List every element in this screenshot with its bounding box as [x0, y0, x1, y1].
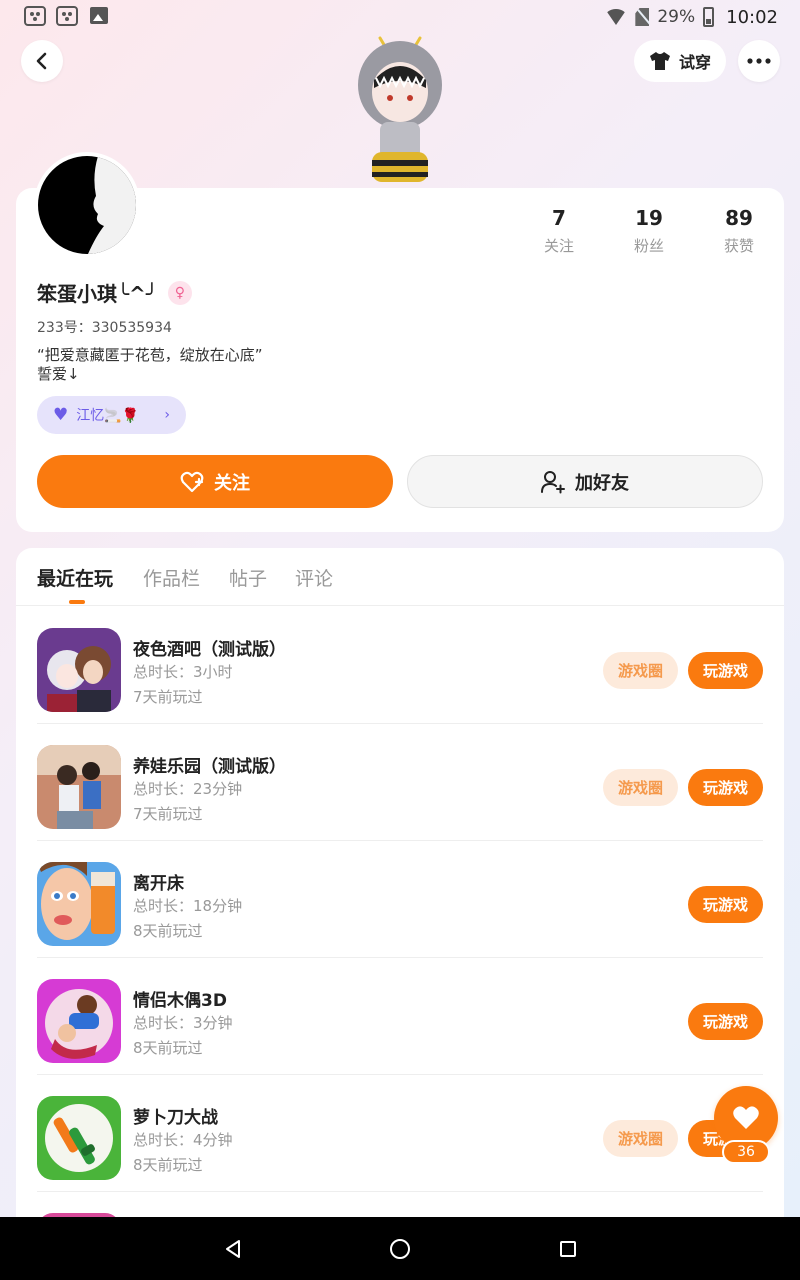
game-row[interactable]: 萝卜刀大战 总时长：4分钟 8天前玩过 游戏圈 玩游戏 — [37, 1075, 763, 1192]
try-on-button[interactable]: 试穿 — [634, 40, 726, 82]
game-icon — [37, 628, 121, 712]
game-icon — [37, 979, 121, 1063]
game-icon — [37, 1096, 121, 1180]
nav-back-icon[interactable] — [224, 1239, 242, 1259]
tab-posts[interactable]: 帖子 — [229, 564, 267, 591]
bio: “把爱意藏匿于花苞，绽放在心底” 誓爱↓ — [37, 346, 263, 384]
gallery-icon — [90, 7, 108, 24]
content-card: 最近在玩 作品栏 帖子 评论 夜色酒吧（测试版） 总时长：3小时 7天前玩过 游… — [16, 548, 784, 1248]
game-title: 养娃乐园（测试版） — [133, 757, 286, 777]
try-on-label: 试穿 — [678, 53, 711, 72]
stat-label: 关注 — [543, 237, 574, 255]
stat-value: 7 — [552, 206, 566, 230]
stat-following[interactable]: 7 关注 — [514, 206, 604, 256]
stat-label: 获赞 — [723, 237, 754, 255]
game-last-played: 7天前玩过 — [133, 688, 203, 706]
stat-value: 89 — [725, 206, 753, 230]
back-button[interactable] — [21, 40, 63, 82]
game-row[interactable]: 离开床 总时长：18分钟 8天前玩过 玩游戏 — [37, 841, 763, 958]
chevron-right-icon: › — [164, 407, 170, 423]
cp-name: 江忆🚬🌹 — [76, 408, 140, 424]
tab-indicator — [69, 600, 85, 604]
profile-avatar[interactable] — [34, 152, 140, 258]
add-user-icon — [541, 470, 565, 493]
nav-home-icon[interactable] — [390, 1239, 410, 1259]
shirt-icon — [649, 52, 670, 70]
game-duration: 总时长：23分钟 — [133, 780, 243, 798]
heart-icon — [733, 1106, 759, 1129]
baidu-app-icon — [24, 6, 46, 26]
play-game-button[interactable]: 玩游戏 — [688, 1003, 763, 1040]
tab-works[interactable]: 作品栏 — [143, 564, 200, 591]
game-title: 离开床 — [133, 874, 184, 894]
profile-stats: 7 关注 19 粉丝 89 获赞 — [514, 206, 784, 256]
avatar-character — [350, 30, 450, 190]
game-title: 萝卜刀大战 — [133, 1108, 218, 1128]
more-button[interactable] — [738, 40, 780, 82]
add-friend-label: 加好友 — [575, 472, 629, 494]
stat-label: 粉丝 — [633, 237, 664, 255]
user-id: 233号：330535934 — [37, 320, 172, 336]
game-duration: 总时长：3分钟 — [133, 1014, 233, 1032]
like-count: 36 — [722, 1140, 770, 1164]
game-duration: 总时长：3小时 — [133, 663, 233, 681]
game-title: 情侣木偶3D — [133, 991, 227, 1011]
cp-relationship-chip[interactable]: ♥ 江忆🚬🌹 › — [37, 396, 186, 434]
game-circle-button[interactable]: 游戏圈 — [603, 1120, 678, 1157]
play-game-button[interactable]: 玩游戏 — [688, 652, 763, 689]
bio-line: “把爱意藏匿于花苞，绽放在心底” — [37, 346, 263, 364]
heart-plus-icon — [180, 471, 204, 492]
game-row[interactable]: 夜色酒吧（测试版） 总时长：3小时 7天前玩过 游戏圈 玩游戏 — [37, 607, 763, 724]
game-title: 夜色酒吧（测试版） — [133, 640, 286, 660]
more-dots-icon — [747, 58, 771, 64]
play-game-button[interactable]: 玩游戏 — [688, 886, 763, 923]
profile-tabs: 最近在玩 作品栏 帖子 评论 — [16, 548, 784, 606]
game-row[interactable]: 养娃乐园（测试版） 总时长：23分钟 7天前玩过 游戏圈 玩游戏 — [37, 724, 763, 841]
game-icon — [37, 745, 121, 829]
tab-comments[interactable]: 评论 — [295, 564, 333, 591]
battery-percent: 29% — [657, 7, 696, 27]
stat-value: 19 — [635, 206, 663, 230]
heart-icon: ♥ — [53, 405, 69, 425]
tab-recent-games[interactable]: 最近在玩 — [37, 564, 113, 591]
nav-recent-icon[interactable] — [560, 1241, 576, 1257]
game-icon — [37, 862, 121, 946]
game-circle-button[interactable]: 游戏圈 — [603, 652, 678, 689]
baidu-app-icon — [56, 6, 78, 26]
bio-line: 誓爱↓ — [37, 365, 80, 383]
game-last-played: 8天前玩过 — [133, 922, 203, 940]
game-duration: 总时长：4分钟 — [133, 1131, 233, 1149]
follow-button[interactable]: 关注 — [37, 455, 393, 508]
clock: 10:02 — [726, 6, 778, 28]
game-last-played: 8天前玩过 — [133, 1039, 203, 1057]
username: 笨蛋小琪╰^╯ — [37, 282, 158, 306]
status-bar: 29% 10:02 — [0, 0, 800, 34]
stat-fans[interactable]: 19 粉丝 — [604, 206, 694, 256]
profile-card: 7 关注 19 粉丝 89 获赞 笨蛋小琪╰^╯ ♀ 233号：33053593… — [16, 188, 784, 532]
game-row[interactable]: 情侣木偶3D 总时长：3分钟 8天前玩过 玩游戏 — [37, 958, 763, 1075]
chevron-left-icon — [36, 52, 47, 70]
female-gender-icon: ♀ — [167, 280, 192, 305]
game-last-played: 8天前玩过 — [133, 1156, 203, 1174]
follow-label: 关注 — [214, 472, 250, 494]
game-circle-button[interactable]: 游戏圈 — [603, 769, 678, 806]
add-friend-button[interactable]: 加好友 — [407, 455, 763, 508]
system-nav-bar — [0, 1217, 800, 1280]
battery-icon — [703, 7, 715, 27]
username-row: 笨蛋小琪╰^╯ ♀ — [37, 278, 192, 307]
game-last-played: 7天前玩过 — [133, 805, 203, 823]
game-duration: 总时长：18分钟 — [133, 897, 243, 915]
no-sim-icon — [635, 8, 650, 26]
wifi-icon — [605, 9, 628, 25]
play-game-button[interactable]: 玩游戏 — [688, 769, 763, 806]
stat-likes[interactable]: 89 获赞 — [694, 206, 784, 256]
